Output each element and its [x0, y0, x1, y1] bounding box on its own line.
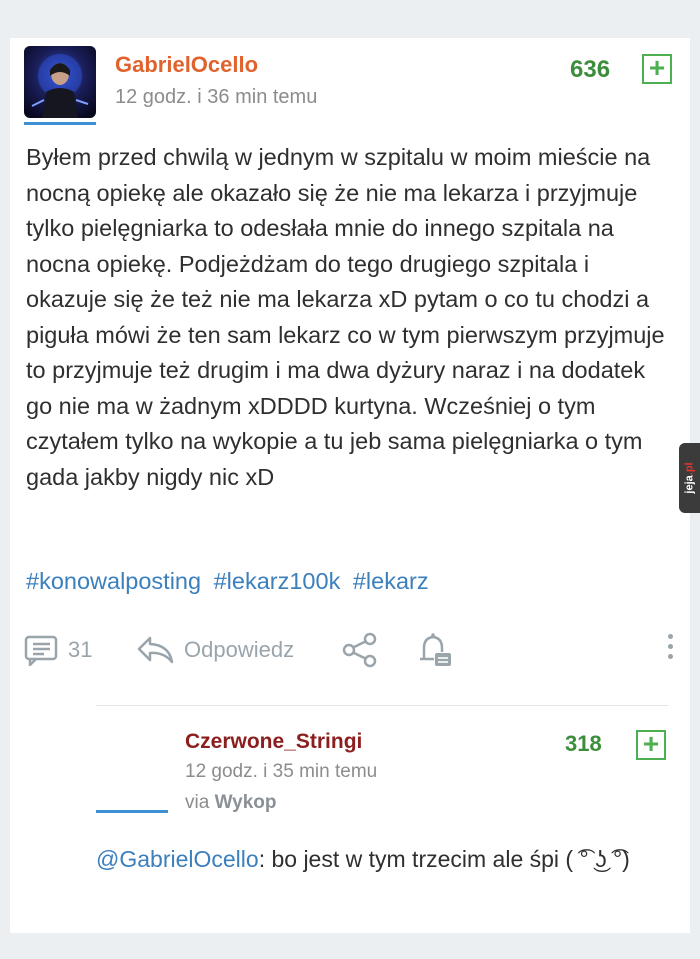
- share-button[interactable]: [340, 630, 380, 670]
- avatar[interactable]: [24, 46, 96, 118]
- notification-button[interactable]: [416, 630, 456, 670]
- more-options-icon[interactable]: [668, 634, 673, 664]
- reply-vote-count: 318: [565, 731, 602, 756]
- entry-card: GabrielOcello 12 godz. i 36 min temu 636…: [10, 38, 690, 933]
- reply-body: @GabrielOcello: bo jest w tym trzecim al…: [96, 842, 676, 877]
- plus-vote-icon: +: [648, 52, 666, 83]
- reply-separator: [96, 705, 668, 706]
- comments-button[interactable]: 31: [24, 630, 92, 670]
- comments-icon: [24, 635, 58, 666]
- reply-text: : bo jest w tym trzecim ale śpi ( ͡° ͜ʖ …: [258, 846, 630, 872]
- op-plus-vote-button[interactable]: +: [642, 54, 672, 84]
- reply-username[interactable]: Czerwone_Stringi: [185, 730, 362, 754]
- tag-link[interactable]: #lekarz: [353, 568, 429, 594]
- watermark-brand: jeja: [683, 475, 696, 494]
- plus-vote-icon: +: [642, 728, 660, 759]
- reply-via: via Wykop: [185, 792, 277, 814]
- avatar-underline: [24, 122, 96, 125]
- watermark-suffix: .pl: [683, 462, 696, 476]
- share-icon: [342, 632, 377, 668]
- reply-plus-vote-button[interactable]: +: [636, 730, 666, 760]
- reply-arrow-icon: [137, 636, 174, 664]
- reply-avatar-underline: [96, 810, 168, 813]
- mention-link[interactable]: @GabrielOcello: [96, 846, 259, 872]
- reply-avatar[interactable]: [102, 730, 166, 794]
- entry-actions: 31 Odpowiedz: [24, 630, 684, 670]
- site-watermark: jeja.pl: [679, 443, 700, 513]
- comments-count: 31: [68, 637, 93, 662]
- tag-list: #konowalposting #lekarz100k #lekarz: [26, 568, 435, 595]
- reply-button[interactable]: Odpowiedz: [136, 630, 294, 670]
- reply-label: Odpowiedz: [184, 637, 295, 662]
- avatar-portrait-icon: [31, 54, 89, 118]
- op-vote-count: 636: [570, 56, 611, 83]
- entry-body: Byłem przed chwilą w jednym w szpitalu w…: [26, 144, 665, 490]
- tag-link[interactable]: #konowalposting: [26, 568, 201, 594]
- op-username[interactable]: GabrielOcello: [115, 52, 258, 78]
- op-timestamp[interactable]: 12 godz. i 36 min temu: [115, 86, 317, 109]
- reply-timestamp[interactable]: 12 godz. i 35 min temu: [185, 761, 377, 783]
- notification-bell-icon: [420, 633, 451, 666]
- via-app[interactable]: Wykop: [215, 792, 277, 813]
- via-prefix: via: [185, 792, 210, 813]
- tag-link[interactable]: #lekarz100k: [214, 568, 341, 594]
